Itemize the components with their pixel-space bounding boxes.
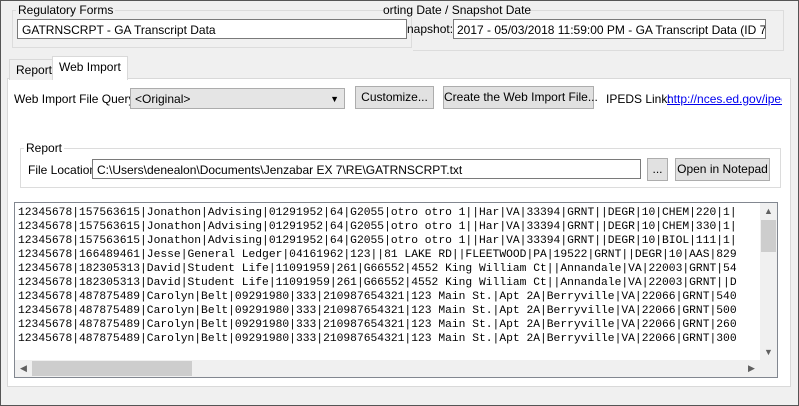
browse-button[interactable]: ...	[647, 158, 668, 181]
file-line: 12345678|157563615|Jonathon|Advising|012…	[18, 207, 737, 219]
regulatory-forms-field[interactable]: GATRNSCRPT - GA Transcript Data	[17, 19, 407, 39]
file-line: 12345678|487875489|Carolyn|Belt|09291980…	[18, 319, 737, 331]
file-line: 12345678|487875489|Carolyn|Belt|09291980…	[18, 305, 737, 317]
file-line: 12345678|182305313|David|Student Life|11…	[18, 277, 737, 289]
chevron-down-icon: ▼	[330, 94, 339, 104]
scroll-right-icon[interactable]: ▶	[743, 360, 760, 377]
file-line: 12345678|166489461|Jesse|General Ledger|…	[18, 249, 737, 261]
query-label: Web Import File Query:	[14, 92, 138, 106]
query-value: <Original>	[135, 92, 191, 106]
scrollbar-corner	[760, 360, 777, 377]
file-location-field[interactable]: C:\Users\denealon\Documents\Jenzabar EX …	[92, 159, 641, 179]
vertical-scroll-thumb[interactable]	[761, 220, 776, 252]
tab-web-import[interactable]: Web Import	[52, 56, 128, 80]
scroll-left-icon[interactable]: ◀	[15, 360, 32, 377]
reporting-date-label: orting Date / Snapshot Date	[383, 3, 532, 17]
open-in-notepad-button[interactable]: Open in Notepad	[675, 158, 770, 181]
horizontal-scroll-thumb[interactable]	[32, 361, 192, 376]
scroll-down-icon[interactable]: ▼	[760, 344, 777, 361]
snapshot-field[interactable]: 2017 - 05/03/2018 11:59:00 PM - GA Trans…	[453, 19, 766, 39]
query-select[interactable]: <Original> ▼	[130, 88, 345, 109]
horizontal-scrollbar[interactable]: ◀ ▶	[15, 360, 760, 377]
file-line: 12345678|487875489|Carolyn|Belt|09291980…	[18, 291, 737, 303]
file-lines: 12345678|157563615|Jonathon|Advising|012…	[18, 206, 737, 346]
ipeds-link[interactable]: http://nces.ed.gov/ipec	[667, 92, 782, 106]
file-line: 12345678|487875489|Carolyn|Belt|09291980…	[18, 333, 737, 345]
snapshot-label: napshot:	[407, 22, 454, 36]
report-group-label: Report	[24, 141, 65, 155]
scroll-up-icon[interactable]: ▲	[760, 203, 777, 220]
customize-button[interactable]: Customize...	[355, 86, 434, 109]
file-line: 12345678|182305313|David|Student Life|11…	[18, 263, 737, 275]
vertical-scrollbar[interactable]: ▲ ▼	[760, 203, 777, 361]
file-line: 12345678|157563615|Jonathon|Advising|012…	[18, 235, 737, 247]
file-location-label: File Location:	[28, 163, 100, 177]
regulatory-forms-label: Regulatory Forms	[16, 3, 116, 17]
file-line: 12345678|157563615|Jonathon|Advising|012…	[18, 221, 737, 233]
ipeds-label: IPEDS Link:	[606, 92, 671, 106]
file-contents-textarea[interactable]: 12345678|157563615|Jonathon|Advising|012…	[14, 202, 778, 378]
create-web-import-button[interactable]: Create the Web Import File...	[443, 86, 598, 109]
